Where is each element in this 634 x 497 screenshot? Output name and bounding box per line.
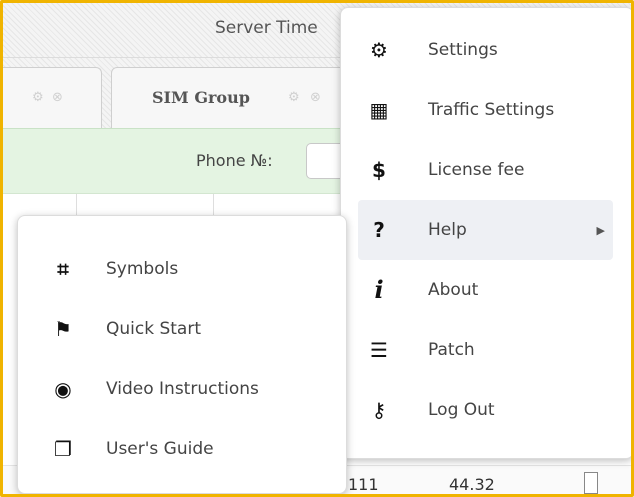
question-icon: ? — [373, 218, 385, 242]
crop-icon: ⌗ — [57, 257, 69, 281]
flag-icon: ⚑ — [54, 317, 72, 341]
menu-item-label: Traffic Settings — [428, 100, 555, 120]
tab-sim-group[interactable]: SIM Group ⚙ ⊗ — [111, 67, 351, 128]
menu-item-patch[interactable]: ☰ Patch — [358, 320, 613, 380]
submenu-item-label: Quick Start — [106, 319, 202, 339]
menu-item-license-fee[interactable]: $ License fee — [358, 140, 613, 200]
tab-gear-icon[interactable]: ⚙ — [32, 90, 44, 105]
menu-item-label: Log Out — [428, 400, 495, 420]
tab-sim-group-close-icon[interactable]: ⊗ — [310, 90, 321, 105]
info-icon: i — [374, 275, 384, 304]
menu-item-traffic-settings[interactable]: ▦ Traffic Settings — [358, 80, 613, 140]
list-icon: ☰ — [370, 338, 388, 362]
phone-label: Phone №: — [196, 151, 273, 170]
submenu-item-label: Symbols — [106, 259, 179, 279]
menu-item-label: License fee — [428, 160, 525, 180]
tab-sim-group-label: SIM Group — [152, 88, 250, 107]
menu-item-help[interactable]: ? Help ▶ — [358, 200, 613, 260]
row-checkbox[interactable] — [584, 472, 598, 494]
menu-item-label: About — [428, 280, 479, 300]
copy-icon: ❐ — [54, 437, 72, 461]
eye-icon: ◉ — [54, 377, 72, 401]
tab-sim-group-gear-icon[interactable]: ⚙ — [288, 90, 300, 105]
submenu-item-symbols[interactable]: ⌗ Symbols — [18, 239, 346, 299]
gear-icon: ⚙ — [370, 38, 388, 62]
menu-item-label: Settings — [428, 40, 498, 60]
table-cell-id: 111 — [348, 475, 379, 494]
menu-item-label: Help — [428, 220, 467, 240]
menu-item-settings[interactable]: ⚙ Settings — [358, 20, 613, 80]
tab-previous[interactable]: ⚙ ⊗ — [3, 67, 102, 128]
dollar-icon: $ — [372, 158, 386, 182]
app-frame: Server Time ⚙ ⊗ SIM Group ⚙ ⊗ Phone №: 1… — [0, 0, 634, 497]
submenu-item-video-instructions[interactable]: ◉ Video Instructions — [18, 359, 346, 419]
table-cell-amount: 44.32 — [449, 475, 495, 494]
menu-item-about[interactable]: i About — [358, 260, 613, 320]
submenu-item-users-guide[interactable]: ❐ User's Guide — [18, 419, 346, 479]
tab-close-icon[interactable]: ⊗ — [52, 90, 63, 105]
settings-menu: ⚙ Settings ▦ Traffic Settings $ License … — [340, 7, 631, 459]
help-submenu: ⌗ Symbols ⚑ Quick Start ◉ Video Instruct… — [17, 215, 347, 494]
menu-item-log-out[interactable]: ⚷ Log Out — [358, 380, 613, 440]
submenu-item-label: User's Guide — [106, 439, 214, 459]
traffic-icon: ▦ — [369, 98, 389, 122]
key-icon: ⚷ — [371, 398, 387, 422]
server-time-label: Server Time — [215, 18, 318, 38]
menu-item-label: Patch — [428, 340, 475, 360]
submenu-item-quick-start[interactable]: ⚑ Quick Start — [18, 299, 346, 359]
submenu-arrow-icon: ▶ — [596, 223, 605, 237]
submenu-item-label: Video Instructions — [106, 379, 259, 399]
